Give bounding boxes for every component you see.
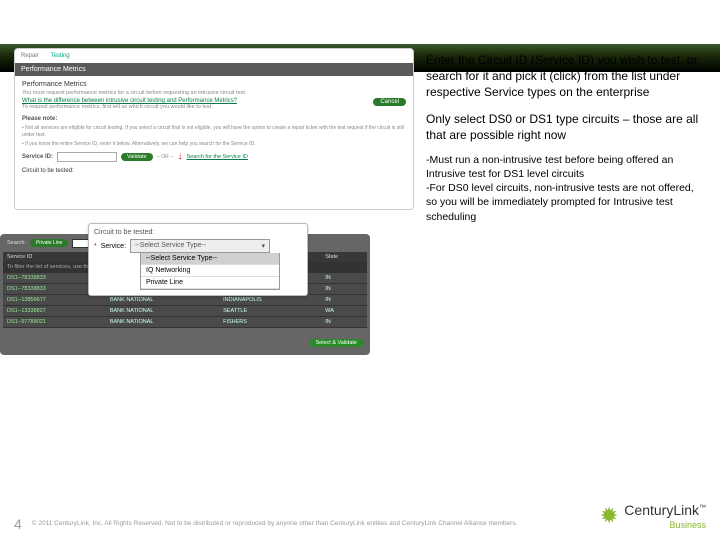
instruction-1: Enter the Circuit ID (Service ID) you wi… [426, 52, 706, 101]
required-icon: * [94, 243, 97, 250]
col-state: State [321, 252, 367, 262]
section-header: Performance Metrics [15, 63, 413, 76]
select-value: --Select Service Type-- [135, 242, 206, 250]
info-text-2: To request performance metrics, first te… [22, 104, 406, 110]
note-2: • If you know the entire Service ID, ent… [22, 141, 406, 148]
dropdown-option[interactable]: --Select Service Type-- [141, 253, 279, 265]
tab-testing[interactable]: Testing [51, 53, 70, 59]
service-id-input[interactable] [57, 152, 117, 162]
service-type-dropdown: --Select Service Type-- IQ Networking Pr… [140, 253, 280, 290]
validate-button[interactable]: Validate [121, 153, 152, 161]
service-label: Service: [101, 243, 126, 250]
service-type-select[interactable]: --Select Service Type-- ▾ [130, 239, 270, 253]
table-row[interactable]: DS1--57789021BANK NATIONALFISHERSIN [3, 316, 367, 327]
app-panel: Repair Testing Performance Metrics Perfo… [14, 48, 414, 210]
service-type-overlay: Circuit to be tested: * Service: --Selec… [88, 223, 308, 296]
brand-logo: ✹ CenturyLink™ Business [600, 502, 706, 530]
service-id-label: Service ID: [22, 154, 53, 160]
overlay-title: Circuit to be tested: [94, 229, 302, 236]
chevron-down-icon: ▾ [262, 242, 266, 250]
dropdown-option[interactable]: Private Line [141, 277, 279, 289]
search-label: Search: [7, 240, 26, 246]
please-note-label: Please note: [22, 116, 406, 122]
instruction-2: Only select DS0 or DS1 type circuits – t… [426, 111, 706, 143]
dropdown-option[interactable]: IQ Networking [141, 265, 279, 277]
brand-name: CenturyLink [624, 502, 699, 518]
star-icon: ✹ [600, 503, 618, 529]
or-text: -- OR -- [157, 154, 174, 160]
page-number: 4 [14, 516, 22, 532]
arrow-icon: ↓ [177, 154, 182, 159]
cancel-button[interactable]: Cancel [373, 98, 406, 106]
select-validate-button[interactable]: Select & Validate [309, 339, 364, 347]
tab-repair[interactable]: Repair [21, 53, 39, 59]
filter-pill[interactable]: Private Line [30, 239, 68, 247]
table-row[interactable]: DS1--13338827BANK NATIONALSEATTLEWA [3, 305, 367, 316]
search-service-link[interactable]: Search for the Service ID [186, 154, 247, 160]
instruction-3: -Must run a non-intrusive test before be… [426, 153, 706, 224]
info-text: You must request performance metrics for… [22, 90, 406, 96]
section-heading: Performance Metrics [22, 81, 406, 88]
copyright: © 2011 CenturyLink, Inc. All Rights Rese… [32, 520, 518, 528]
note-1: • Not all services are eligible for circ… [22, 125, 406, 138]
brand-sub: Business [624, 520, 706, 530]
